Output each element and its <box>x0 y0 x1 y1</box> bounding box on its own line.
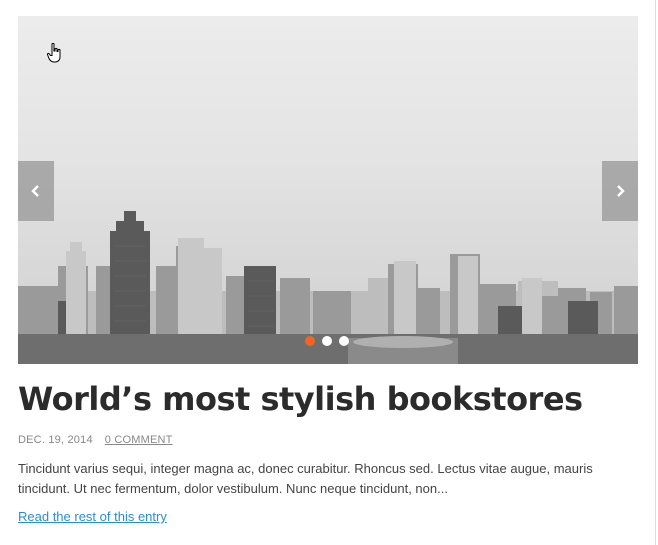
read-more-link[interactable]: Read the rest of this entry <box>18 509 167 524</box>
slider-prev-button[interactable] <box>18 161 54 221</box>
comments-link[interactable]: 0 COMMENT <box>105 434 173 446</box>
post-meta: DEC. 19, 2014 0 COMMENT <box>18 434 173 446</box>
chevron-right-icon <box>617 185 625 197</box>
post-title[interactable]: World’s most stylish bookstores <box>18 380 583 418</box>
chevron-left-icon <box>31 185 39 197</box>
city-skyline-image <box>18 211 638 364</box>
slider-pagination <box>305 336 349 346</box>
slider-dot-1[interactable] <box>305 336 315 346</box>
post-date: DEC. 19, 2014 <box>18 434 93 446</box>
post-excerpt: Tincidunt varius sequi, integer magna ac… <box>18 461 593 496</box>
slider-dot-2[interactable] <box>322 336 332 346</box>
image-slider[interactable] <box>18 16 638 364</box>
right-divider <box>655 0 656 545</box>
blog-post-page: World’s most stylish bookstores DEC. 19,… <box>0 0 658 545</box>
slider-next-button[interactable] <box>602 161 638 221</box>
slider-dot-3[interactable] <box>339 336 349 346</box>
hand-cursor-icon <box>47 43 61 63</box>
